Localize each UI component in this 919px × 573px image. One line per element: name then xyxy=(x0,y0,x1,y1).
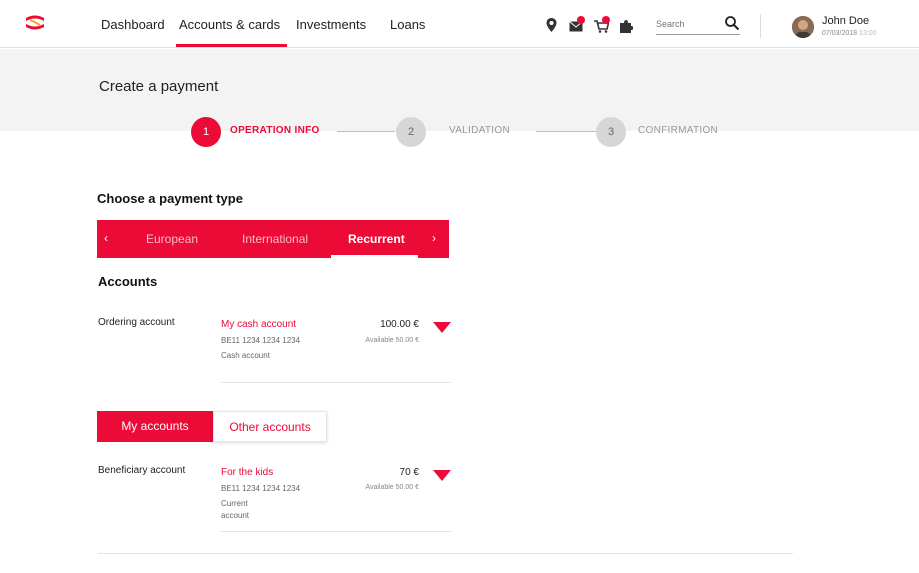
location-pin-icon[interactable] xyxy=(546,18,557,32)
ordering-account-available: Available 50.00 € xyxy=(365,337,419,344)
step-1-circle: 1 xyxy=(191,117,221,147)
search-input[interactable] xyxy=(656,17,716,31)
payment-type-recurrent[interactable]: Recurrent xyxy=(348,232,405,246)
avatar[interactable] xyxy=(792,16,814,38)
nav-active-indicator xyxy=(176,44,287,47)
page-title: Create a payment xyxy=(99,78,219,95)
puzzle-icon[interactable] xyxy=(619,20,633,33)
cart-badge xyxy=(602,16,610,24)
carousel-next-button[interactable]: › xyxy=(432,231,436,245)
accounts-heading: Accounts xyxy=(98,274,158,289)
step-2-circle: 2 xyxy=(396,117,426,147)
ordering-account-divider xyxy=(221,382,451,383)
beneficiary-account-amount: 70 € xyxy=(399,467,419,478)
my-accounts-button[interactable]: My accounts xyxy=(97,411,213,442)
beneficiary-account-type-1: Current xyxy=(221,499,248,508)
step-connector-1 xyxy=(337,131,395,132)
step-3-circle: 3 xyxy=(596,117,626,147)
user-date: 07/03/2018 xyxy=(822,30,858,37)
ordering-account-name[interactable]: My cash account xyxy=(221,319,296,330)
nav-accounts-cards[interactable]: Accounts & cards xyxy=(179,17,280,32)
beneficiary-account-type-2: account xyxy=(221,511,250,520)
search-box xyxy=(656,15,740,35)
search-icon[interactable] xyxy=(724,15,740,31)
carousel-prev-button[interactable]: ‹ xyxy=(104,231,108,245)
step-2-label: VALIDATION xyxy=(449,125,510,136)
nav-divider xyxy=(760,14,761,38)
nav-loans[interactable]: Loans xyxy=(390,17,425,32)
step-connector-2 xyxy=(536,131,596,132)
bank-logo[interactable] xyxy=(24,12,46,34)
beneficiary-account-divider xyxy=(221,531,451,532)
user-last-login: 07/03/2018 13:00 xyxy=(822,30,877,37)
ordering-account-iban: BE11 1234 1234 1234 xyxy=(221,336,301,345)
beneficiary-account-iban: BE11 1234 1234 1234 xyxy=(221,484,301,493)
beneficiary-account-label: Beneficiary account xyxy=(98,465,186,476)
top-navbar: Dashboard Accounts & cards Investments L… xyxy=(0,0,919,48)
nav-investments[interactable]: Investments xyxy=(296,17,366,32)
ordering-account-label: Ordering account xyxy=(98,317,175,328)
nav-dashboard[interactable]: Dashboard xyxy=(101,17,165,32)
beneficiary-account-dropdown-icon[interactable] xyxy=(433,470,451,481)
payment-type-international[interactable]: International xyxy=(242,232,308,246)
ordering-account-amount: 100.00 € xyxy=(380,319,419,330)
user-time: 13:00 xyxy=(859,30,877,37)
ordering-account-type: Cash account xyxy=(221,351,270,360)
beneficiary-account-available: Available 50.00 € xyxy=(365,484,419,491)
avatar-photo xyxy=(792,16,814,38)
beneficiary-account-name[interactable]: For the kids xyxy=(221,467,273,478)
mail-badge xyxy=(577,16,585,24)
payment-page: Dashboard Accounts & cards Investments L… xyxy=(0,0,919,573)
payment-type-heading: Choose a payment type xyxy=(97,191,243,206)
step-1-label: OPERATION INFO xyxy=(230,125,320,136)
section-divider xyxy=(98,553,793,554)
selected-type-indicator xyxy=(331,255,418,258)
ordering-account-dropdown-icon[interactable] xyxy=(433,322,451,333)
other-accounts-button[interactable]: Other accounts xyxy=(213,411,327,442)
user-name[interactable]: John Doe xyxy=(822,15,869,27)
step-3-label: CONFIRMATION xyxy=(638,125,719,136)
payment-type-carousel: ‹ European International Recurrent › xyxy=(97,220,449,258)
payment-type-european[interactable]: European xyxy=(146,232,198,246)
